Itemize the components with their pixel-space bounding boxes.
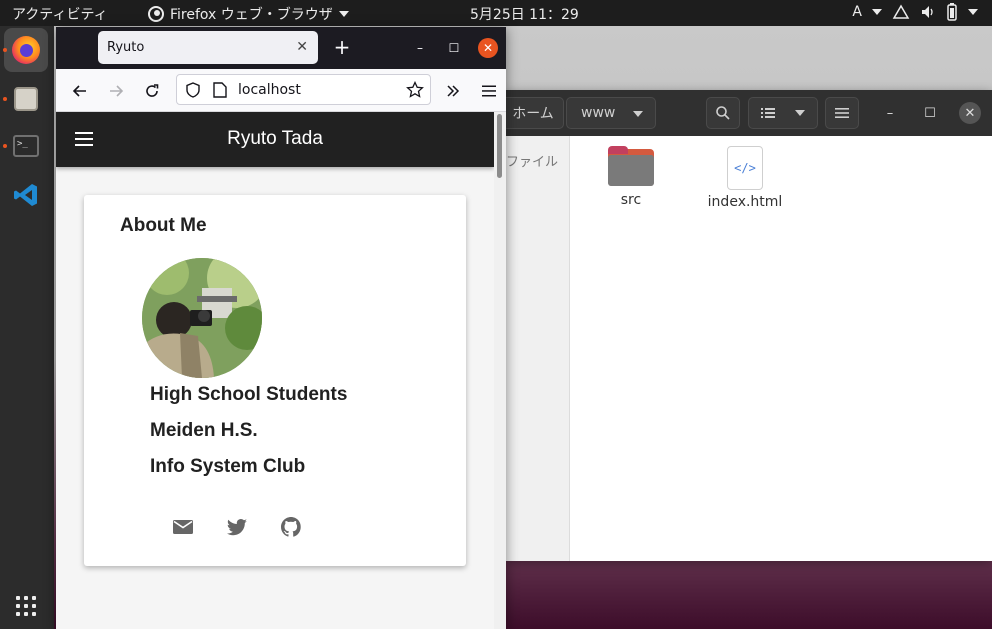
close-tab-icon[interactable]: ✕	[296, 39, 308, 55]
tab-bar: Ryuto ✕ + – ☐ ✕	[56, 27, 506, 69]
maximize-button[interactable]: ☐	[919, 102, 941, 124]
search-button[interactable]	[706, 97, 740, 129]
menu-icon	[835, 108, 849, 118]
dock-firefox[interactable]	[3, 28, 48, 72]
page-viewport: Ryuto Tada About Me High School Students…	[56, 112, 506, 629]
about-heading: About Me	[120, 215, 207, 236]
folder-icon	[608, 146, 654, 186]
sidebar-item-label[interactable]: ファイル	[506, 151, 558, 170]
chevron-down-icon	[338, 11, 349, 17]
scrollbar[interactable]	[494, 112, 506, 629]
breadcrumb-current[interactable]: www	[566, 97, 656, 129]
file-item-index-html[interactable]: </> index.html	[700, 146, 790, 210]
overflow-menu-button[interactable]	[441, 79, 465, 103]
chevron-down-icon	[633, 111, 643, 117]
files-window: ホーム www – ☐ ✕ ファイル src </> index.html	[502, 90, 992, 561]
app-header: Ryuto Tada	[56, 112, 494, 167]
folder-item-src[interactable]: src	[586, 146, 676, 208]
page-icon[interactable]	[213, 82, 227, 98]
app-title: Ryuto Tada	[227, 128, 323, 149]
running-indicator	[3, 48, 7, 52]
file-name: index.html	[707, 194, 783, 210]
about-card: About Me High School Students Meiden H.S…	[84, 195, 466, 566]
breadcrumb-current-label: www	[581, 105, 616, 121]
system-tray[interactable]: A	[852, 3, 978, 21]
volume-icon	[922, 6, 933, 18]
arrow-left-icon	[72, 85, 86, 97]
dock: >_	[0, 26, 54, 629]
battery-icon	[947, 3, 957, 21]
minimize-button[interactable]: –	[410, 38, 430, 58]
reload-icon	[146, 84, 159, 97]
reload-button[interactable]	[140, 79, 164, 103]
view-options-button[interactable]	[748, 97, 818, 129]
vscode-icon	[14, 184, 37, 206]
app-menu[interactable]: Firefox ウェブ・ブラウザ	[148, 4, 349, 24]
list-view-icon	[761, 108, 775, 118]
running-indicator	[3, 144, 7, 148]
minimize-button[interactable]: –	[879, 102, 901, 124]
files-icon	[14, 87, 38, 111]
clock[interactable]: 5月25日 11：29	[470, 4, 579, 24]
forward-button[interactable]	[104, 79, 128, 103]
avatar	[142, 258, 262, 378]
dock-terminal[interactable]: >_	[3, 124, 48, 168]
search-icon	[716, 106, 730, 120]
terminal-icon: >_	[13, 135, 39, 157]
dock-files[interactable]	[3, 77, 48, 121]
url-text: localhost	[238, 82, 301, 98]
tab-title: Ryuto	[107, 40, 145, 55]
app-menu-button[interactable]	[477, 79, 501, 103]
file-name: src	[620, 192, 642, 208]
files-header-bar: ホーム www – ☐ ✕	[502, 90, 992, 136]
top-bar: アクティビティ Firefox ウェブ・ブラウザ 5月25日 11：29 A	[0, 0, 992, 26]
chevron-down-icon	[968, 9, 978, 15]
double-chevron-icon	[447, 85, 460, 97]
firefox-window: Ryuto ✕ + – ☐ ✕ localhost Ryuto Tada Abo…	[56, 27, 506, 629]
dock-vscode[interactable]	[4, 173, 48, 217]
back-button[interactable]	[68, 79, 92, 103]
url-bar[interactable]: localhost	[176, 74, 431, 105]
bookmark-star-icon[interactable]	[406, 81, 424, 99]
files-content: src </> index.html	[570, 136, 992, 561]
running-indicator	[3, 97, 7, 101]
bio-line-3: Info System Club	[150, 456, 306, 477]
arrow-right-icon	[110, 85, 124, 97]
bio-line-1: High School Students	[150, 384, 348, 405]
email-icon[interactable]	[171, 515, 195, 539]
network-icon	[892, 4, 910, 19]
html-file-icon: </>	[727, 146, 763, 190]
chevron-down-icon	[872, 9, 882, 15]
files-sidebar: ファイル	[506, 136, 570, 561]
chevron-down-icon	[795, 110, 805, 116]
breadcrumb-home-label: ホーム	[512, 106, 554, 122]
firefox-small-icon	[148, 6, 164, 22]
bio-line-2: Meiden H.S.	[150, 420, 258, 441]
tab-ryuto[interactable]: Ryuto ✕	[98, 31, 318, 64]
app-menu-label: Firefox ウェブ・ブラウザ	[170, 7, 333, 23]
navigation-toolbar: localhost	[56, 69, 506, 112]
show-applications-icon[interactable]	[16, 596, 36, 616]
menu-button[interactable]	[825, 97, 859, 129]
twitter-icon[interactable]	[225, 515, 249, 539]
close-button[interactable]: ✕	[959, 102, 981, 124]
maximize-button[interactable]: ☐	[444, 38, 464, 58]
github-icon[interactable]	[279, 515, 303, 539]
close-window-button[interactable]: ✕	[478, 38, 498, 58]
firefox-icon	[12, 36, 40, 64]
new-tab-button[interactable]: +	[331, 36, 353, 58]
hamburger-icon	[482, 85, 496, 97]
input-method-indicator[interactable]: A	[852, 4, 862, 20]
scrollbar-thumb[interactable]	[497, 114, 502, 178]
shield-icon[interactable]	[185, 82, 201, 98]
activities-button[interactable]: アクティビティ	[12, 4, 108, 24]
breadcrumb-home[interactable]: ホーム	[502, 97, 564, 129]
